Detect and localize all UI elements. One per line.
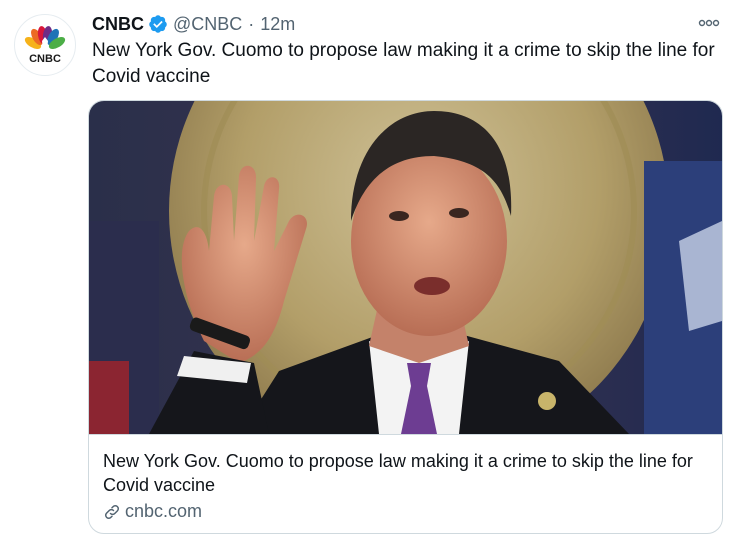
card-domain-row: cnbc.com — [103, 501, 708, 522]
card-image[interactable] — [89, 101, 722, 434]
card-title: New York Gov. Cuomo to propose law makin… — [103, 451, 693, 495]
tweet[interactable]: CNBC CNBC @CNBC · 12m New York Gov. Cuom… — [0, 0, 742, 549]
press-conference-photo — [89, 101, 722, 434]
cnbc-peacock-logo-icon: CNBC — [24, 26, 66, 65]
tweet-text: New York Gov. Cuomo to propose law makin… — [92, 40, 715, 87]
tweet-header: CNBC @CNBC · 12m — [92, 12, 295, 36]
handle[interactable]: @CNBC — [173, 14, 242, 35]
verified-badge-icon — [149, 15, 167, 33]
avatar-text: CNBC — [29, 53, 61, 65]
avatar[interactable]: CNBC — [14, 14, 76, 76]
more-options-icon — [698, 19, 720, 27]
card-body[interactable]: New York Gov. Cuomo to propose law makin… — [89, 434, 722, 533]
display-name[interactable]: CNBC — [92, 14, 144, 35]
link-icon — [104, 504, 120, 519]
separator-dot: · — [248, 13, 255, 34]
card-domain: cnbc.com — [125, 501, 203, 521]
timestamp[interactable]: 12m — [260, 14, 295, 35]
more-options-button[interactable] — [696, 10, 722, 36]
link-card[interactable]: New York Gov. Cuomo to propose law makin… — [88, 100, 723, 534]
